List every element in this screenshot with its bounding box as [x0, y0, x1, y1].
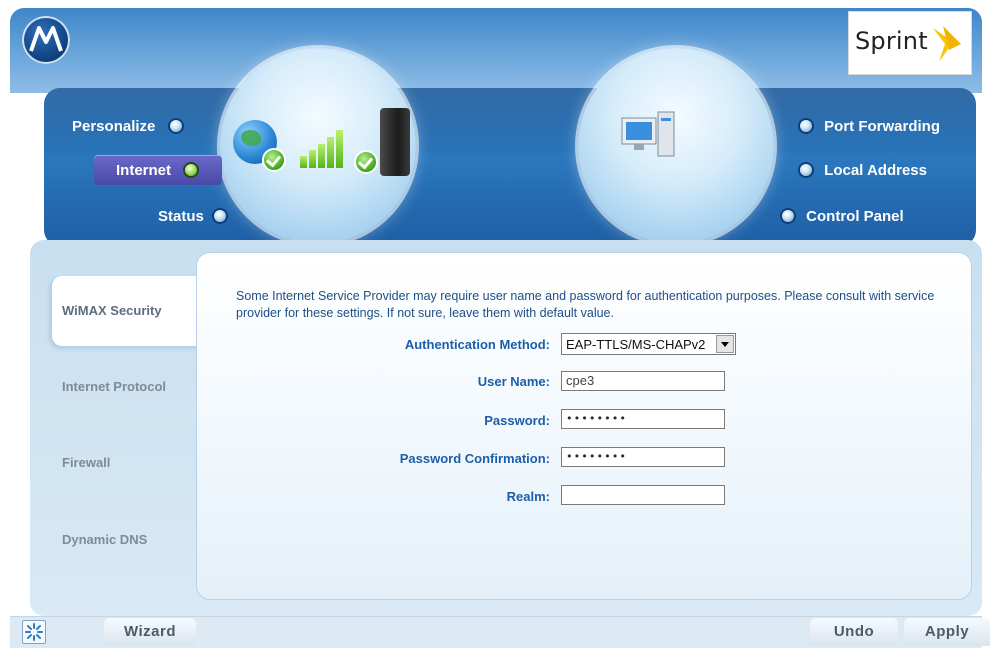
realm-label: Realm: — [506, 489, 550, 504]
signal-bars-icon — [300, 128, 350, 168]
auth-method-select[interactable]: EAP-TTLS/MS-CHAPv2 — [561, 333, 736, 355]
nav-personalize[interactable]: Personalize — [72, 118, 182, 135]
check-icon — [354, 150, 378, 174]
header-background — [10, 8, 982, 93]
active-dot-icon — [185, 164, 198, 176]
sprint-pin-icon — [933, 26, 961, 62]
tab-internet-protocol-label: Internet Protocol — [62, 379, 167, 394]
radio-dot-icon — [782, 210, 794, 222]
radio-dot-icon — [214, 210, 227, 222]
nav-port-forwarding[interactable]: Port Forwarding — [800, 118, 940, 135]
radio-dot-icon — [800, 120, 812, 132]
nav-status-label: Status — [158, 208, 204, 225]
realm-input[interactable] — [561, 485, 725, 505]
username-input[interactable]: cpe3 — [561, 371, 725, 391]
nav-local-address-label: Local Address — [824, 162, 927, 179]
nav-local-address[interactable]: Local Address — [800, 162, 927, 179]
radio-dot-icon — [800, 164, 812, 176]
password-input[interactable]: •••••••• — [561, 409, 725, 429]
sprint-logo: Sprint — [848, 11, 972, 75]
auth-method-label: Authentication Method: — [404, 337, 550, 352]
radio-dot-icon — [169, 120, 182, 132]
computer-icon — [621, 111, 675, 157]
chevron-down-icon[interactable] — [716, 335, 734, 353]
nav-port-forwarding-label: Port Forwarding — [824, 118, 941, 135]
auth-method-value: EAP-TTLS/MS-CHAPv2 — [566, 337, 706, 352]
nav-control-panel-label: Control Panel — [806, 208, 904, 225]
apply-button[interactable]: Apply — [904, 618, 990, 646]
nav-internet-label: Internet — [116, 162, 172, 179]
username-label: User Name: — [477, 374, 550, 389]
motorola-logo-icon — [22, 16, 70, 64]
sprint-logo-text: Sprint — [855, 27, 928, 55]
nav-internet[interactable]: Internet — [116, 162, 198, 179]
wizard-button[interactable]: Wizard — [104, 618, 196, 646]
nav-control-panel[interactable]: Control Panel — [782, 208, 904, 225]
undo-button[interactable]: Undo — [810, 618, 898, 646]
nav-status[interactable]: Status — [158, 208, 227, 225]
modem-icon — [380, 108, 410, 176]
check-icon — [262, 148, 286, 172]
tab-dynamic-dns-label: Dynamic DNS — [62, 532, 148, 547]
tab-wimax-security-label: WiMAX Security — [62, 303, 162, 318]
description-text: Some Internet Service Provider may requi… — [236, 289, 935, 320]
password-label: Password: — [484, 413, 550, 428]
router-admin-window: Sprint Personalize Internet Status Port … — [0, 0, 990, 648]
settings-icon[interactable] — [22, 620, 46, 644]
password-confirm-input[interactable]: •••••••• — [561, 447, 725, 467]
nav-personalize-label: Personalize — [72, 118, 156, 135]
password-confirm-label: Password Confirmation: — [399, 451, 550, 466]
tab-firewall-label: Firewall — [62, 455, 111, 470]
